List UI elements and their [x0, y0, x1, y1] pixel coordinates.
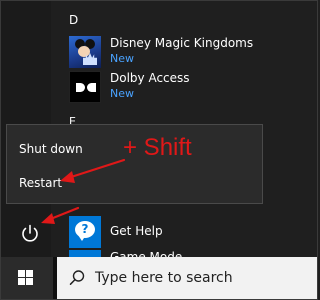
app-item-dolby-access[interactable]: Dolby Access New — [67, 68, 307, 106]
app-name: Get Help — [110, 224, 163, 238]
dolby-icon — [69, 71, 101, 103]
app-item-disney-magic-kingdoms[interactable]: Disney Magic Kingdoms New — [67, 33, 307, 71]
taskbar: Type here to search — [1, 257, 317, 299]
start-button[interactable] — [1, 257, 53, 299]
taskbar-search-box[interactable]: Type here to search — [57, 257, 317, 299]
app-name: Dolby Access — [110, 71, 190, 85]
shift-annotation: + Shift — [123, 134, 192, 161]
start-menu: D Disney Magic Kingdoms New Dolby Access… — [0, 0, 318, 300]
restart-menu-item[interactable]: Restart — [19, 176, 62, 190]
power-icon — [22, 224, 38, 242]
app-name: Disney Magic Kingdoms — [110, 36, 254, 50]
new-badge: New — [110, 87, 134, 100]
app-item-get-help[interactable]: ? Get Help — [67, 213, 307, 251]
new-badge: New — [110, 52, 134, 65]
search-icon — [69, 270, 85, 285]
section-header-d[interactable]: D — [69, 13, 78, 27]
search-placeholder: Type here to search — [95, 270, 233, 286]
power-button[interactable] — [17, 220, 43, 246]
disney-magic-kingdoms-icon — [69, 36, 101, 68]
shut-down-menu-item[interactable]: Shut down — [19, 142, 83, 156]
get-help-icon: ? — [69, 216, 101, 248]
